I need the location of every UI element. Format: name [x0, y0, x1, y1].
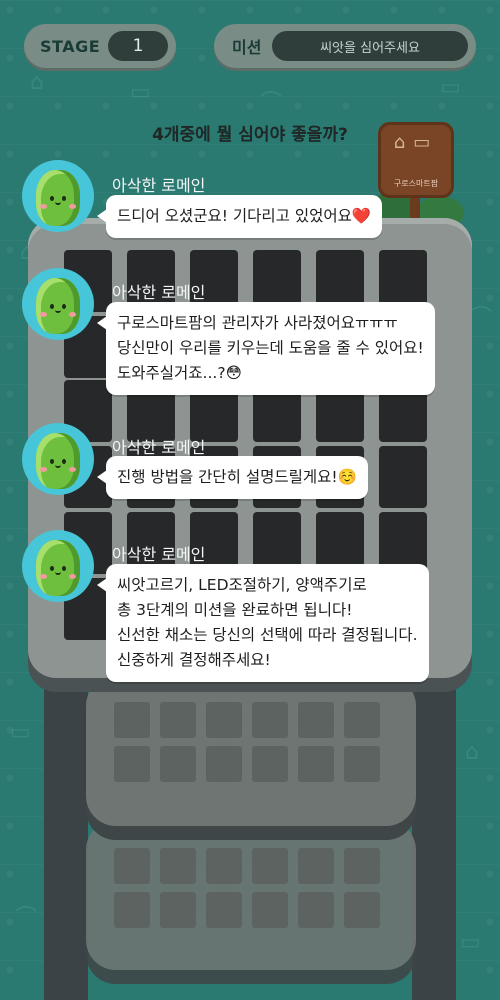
lettuce-character-icon: [22, 268, 94, 340]
pattern-icon: ⌒: [260, 91, 283, 116]
chat-line: 신선한 채소는 당신의 선택에 따라 결정됩니다.: [117, 626, 418, 644]
sign-pictograms: ⌂▭: [393, 132, 439, 153]
speaker-name: 아삭한 로메인: [112, 545, 206, 564]
pattern-icon: ▭: [460, 930, 481, 955]
pattern-icon: ▭: [130, 80, 151, 105]
sign-text: 구로스마트팜: [393, 179, 439, 188]
chat-line: 구로스마트팜의 관리자가 사라졌어요ㅠㅠㅠ: [117, 314, 398, 332]
chat-bubble: 진행 방법을 간단히 설명드릴게요!☺️: [97, 456, 368, 499]
mission-label: 미션: [232, 38, 262, 57]
sign-board-icon: ⌂▭ 구로스마트팜: [378, 122, 454, 198]
pattern-icon: ⌒: [15, 906, 38, 931]
mission-indicator: 미션 씨앗을 심어주세요: [214, 24, 476, 68]
lettuce-character-icon: [22, 423, 94, 495]
pattern-icon: ⌂: [465, 740, 479, 765]
lettuce-character-icon: [22, 160, 94, 232]
pattern-icon: ⌂: [30, 70, 44, 95]
mission-text: 씨앗을 심어주세요: [272, 31, 468, 61]
planting-slot[interactable]: [379, 446, 427, 508]
pattern-icon: ▭: [440, 75, 461, 100]
chat-line: 신중하게 결정해주세요!: [117, 651, 271, 669]
stage-number: 1: [108, 31, 168, 61]
chat-bubble: 드디어 오셨군요! 기다리고 있었어요❤️: [96, 195, 383, 238]
stage-label: STAGE: [40, 36, 101, 56]
speaker-name: 아삭한 로메인: [112, 176, 206, 195]
chat-line: 당신만이 우리를 키우는데 도움을 줄 수 있어요!: [117, 339, 424, 357]
chat-line: 씨앗고르기, LED조절하기, 양액주기로: [117, 576, 367, 594]
speaker-name: 아삭한 로메인: [112, 438, 206, 457]
chat-line: 총 3단계의 미션을 완료하면 됩니다!: [117, 601, 353, 619]
chat-bubble: 씨앗고르기, LED조절하기, 양액주기로 총 3단계의 미션을 완료하면 됩니…: [97, 564, 429, 682]
chat-bubble: 구로스마트팜의 관리자가 사라졌어요ㅠㅠㅠ 당신만이 우리를 키우는데 도움을 …: [97, 302, 435, 395]
stage-indicator: STAGE 1: [24, 24, 176, 68]
lettuce-character-icon: [22, 530, 94, 602]
shelf-leg: [412, 660, 456, 1000]
chat-line: 진행 방법을 간단히 설명드릴게요!☺️: [117, 468, 357, 486]
shelf-leg: [44, 660, 88, 1000]
chat-line: 도와주실거죠...?😳: [117, 364, 242, 382]
chat-line: 드디어 오셨군요! 기다리고 있었어요❤️: [117, 207, 372, 225]
speaker-name: 아삭한 로메인: [112, 283, 206, 302]
pattern-icon: ⌒: [470, 306, 493, 331]
pattern-icon: ▭: [10, 720, 31, 745]
